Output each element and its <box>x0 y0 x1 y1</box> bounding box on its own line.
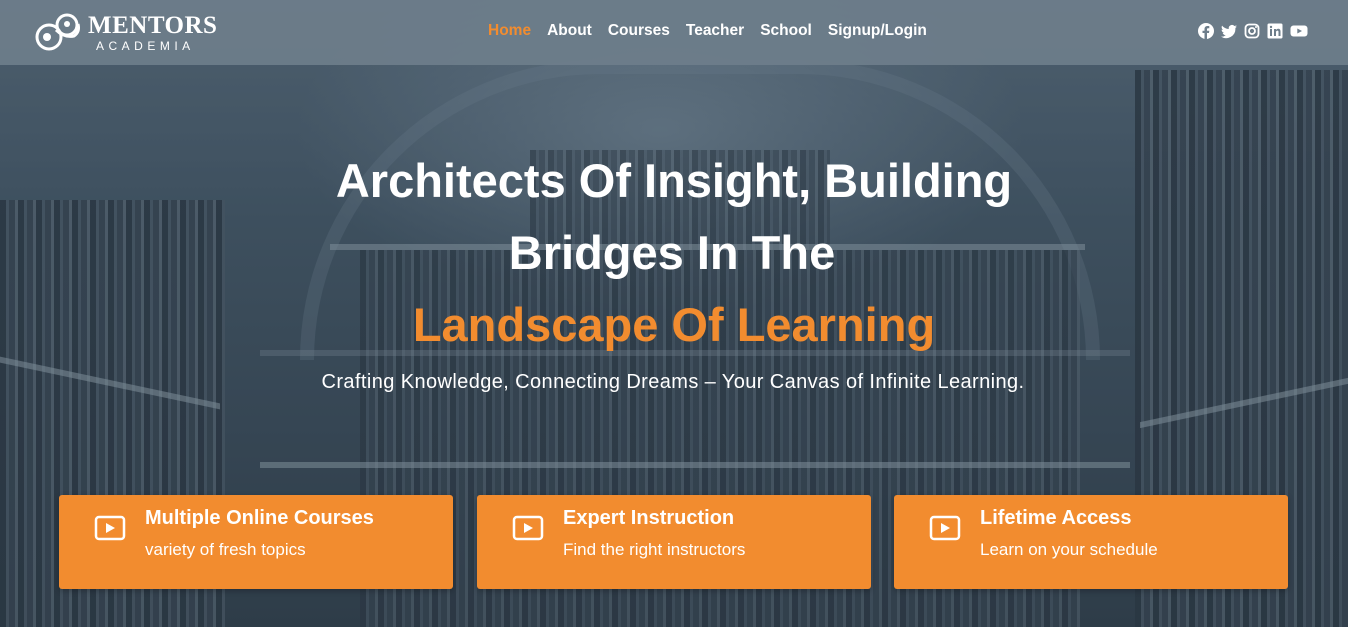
hero-title-line-3: Landscape Of Learning <box>412 298 936 351</box>
brand-name: MENTORS <box>88 11 218 39</box>
feature-card-instruction[interactable]: Expert Instruction Find the right instru… <box>477 495 871 589</box>
feature-card-title: Multiple Online Courses <box>145 507 374 529</box>
nav-teacher[interactable]: Teacher <box>686 22 744 40</box>
social-links <box>1198 23 1308 39</box>
hero-title-line-1: Architects Of Insight, Building <box>335 154 1013 207</box>
youtube-icon[interactable] <box>1290 23 1308 39</box>
feature-card-desc: Find the right instructors <box>563 540 746 559</box>
brand-tagline: ACADEMIA <box>96 38 195 53</box>
feature-card-desc: variety of fresh topics <box>145 540 306 559</box>
feature-card-title: Expert Instruction <box>563 507 735 529</box>
facebook-icon[interactable] <box>1198 23 1214 39</box>
nav-home[interactable]: Home <box>488 22 531 40</box>
feature-card-lifetime-access[interactable]: Lifetime Access Learn on your schedule <box>894 495 1288 589</box>
nav-signup-login[interactable]: Signup/Login <box>828 22 927 40</box>
play-icon <box>94 515 126 541</box>
nav-courses[interactable]: Courses <box>608 22 670 40</box>
feature-card-courses[interactable]: Multiple Online Courses variety of fresh… <box>59 495 453 589</box>
nav-about[interactable]: About <box>547 22 592 40</box>
linkedin-icon[interactable] <box>1267 23 1283 39</box>
twitter-icon[interactable] <box>1221 23 1237 39</box>
logo-mark-icon <box>35 13 80 51</box>
feature-card-desc: Learn on your schedule <box>980 540 1158 559</box>
main-nav: Home About Courses Teacher School Signup… <box>488 22 927 40</box>
feature-card-title: Lifetime Access <box>980 507 1132 529</box>
instagram-icon[interactable] <box>1244 23 1260 39</box>
nav-school[interactable]: School <box>760 22 812 40</box>
logo[interactable]: MENTORS ACADEMIA <box>34 10 217 54</box>
hero-title-line-2: Bridges In The <box>508 226 836 279</box>
play-icon <box>512 515 544 541</box>
site-header: MENTORS ACADEMIA Home About Courses Teac… <box>0 0 1348 65</box>
hero-subtitle: Crafting Knowledge, Connecting Dreams – … <box>321 371 1025 393</box>
play-icon <box>929 515 961 541</box>
